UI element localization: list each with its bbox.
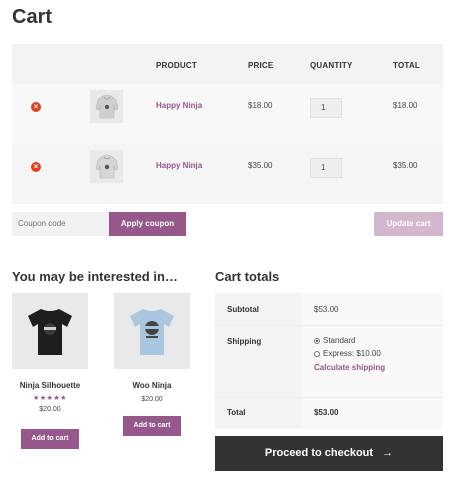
product-price: $20.00 [39, 406, 61, 413]
cart-row: × Happy Ninja $35.00 1 $35.00 [12, 144, 443, 204]
tshirt-icon [130, 309, 174, 355]
shipping-option-label: Standard [323, 336, 356, 345]
checkout-label: Proceed to checkout [264, 447, 374, 459]
proceed-to-checkout-button[interactable]: Proceed to checkout → [215, 436, 443, 471]
quantity-input[interactable]: 1 [310, 98, 342, 118]
product-title[interactable]: Woo Ninja [114, 381, 190, 390]
shipping-option-standard[interactable]: Standard [314, 336, 355, 345]
header-total: TOTAL [393, 61, 420, 70]
product-image[interactable] [12, 293, 88, 369]
update-cart-button[interactable]: Update cart [374, 212, 443, 236]
arrow-right-icon: → [382, 447, 394, 459]
add-to-cart-button[interactable]: Add to cart [123, 416, 181, 436]
add-to-cart-button[interactable]: Add to cart [21, 429, 79, 449]
remove-item-icon[interactable]: × [31, 162, 41, 172]
product-price: $18.00 [248, 101, 273, 110]
product-name-link[interactable]: Happy Ninja [156, 101, 202, 110]
shipping-option-label: Express: $10.00 [323, 349, 381, 358]
apply-coupon-button[interactable]: Apply coupon [109, 212, 186, 236]
cart-totals-table: Subtotal $53.00 Shipping Standard Expres… [215, 293, 443, 429]
product-title[interactable]: Ninja Silhouette [12, 381, 88, 390]
cross-sell-product: Ninja Silhouette ★★★★★ $20.00 [12, 293, 88, 413]
cart-table: PRODUCT PRICE QUANTITY TOTAL × Happy Nin… [12, 44, 443, 204]
product-thumbnail[interactable] [90, 90, 123, 123]
cross-sell-product: Woo Ninja $20.00 [114, 293, 190, 403]
product-price: $20.00 [141, 396, 163, 403]
row-divider [215, 397, 443, 398]
cart-totals-title: Cart totals [215, 269, 280, 284]
calculate-shipping-link[interactable]: Calculate shipping [314, 363, 385, 372]
cart-table-header: PRODUCT PRICE QUANTITY TOTAL [12, 44, 443, 84]
product-price: $35.00 [248, 161, 273, 170]
shipping-label: Shipping [227, 337, 262, 346]
hoodie-icon [95, 154, 118, 178]
header-price: PRICE [248, 61, 274, 70]
hoodie-icon [95, 94, 118, 118]
page-title: Cart [12, 6, 53, 28]
tshirt-icon [28, 309, 72, 355]
product-thumbnail[interactable] [90, 150, 123, 183]
remove-item-icon[interactable]: × [31, 102, 41, 112]
coupon-code-input[interactable]: Coupon code [12, 212, 109, 236]
shipping-option-express[interactable]: Express: $10.00 [314, 349, 381, 358]
header-quantity: QUANTITY [310, 61, 353, 70]
star-rating: ★★★★★ [33, 395, 67, 402]
product-subtotal: $35.00 [393, 161, 418, 170]
row-divider [215, 325, 443, 326]
cross-sells-title: You may be interested in… [12, 269, 178, 284]
product-subtotal: $18.00 [393, 101, 418, 110]
total-value: $53.00 [314, 408, 339, 417]
cart-row: × Happy Ninja $18.00 1 $18.00 [12, 84, 443, 144]
header-product: PRODUCT [156, 61, 197, 70]
total-label: Total [227, 408, 246, 417]
quantity-input[interactable]: 1 [310, 158, 342, 178]
subtotal-label: Subtotal [227, 305, 259, 314]
subtotal-value: $53.00 [314, 305, 339, 314]
product-name-link[interactable]: Happy Ninja [156, 161, 202, 170]
radio-unselected-icon[interactable] [314, 351, 320, 357]
radio-selected-icon[interactable] [314, 338, 320, 344]
product-image[interactable] [114, 293, 190, 369]
